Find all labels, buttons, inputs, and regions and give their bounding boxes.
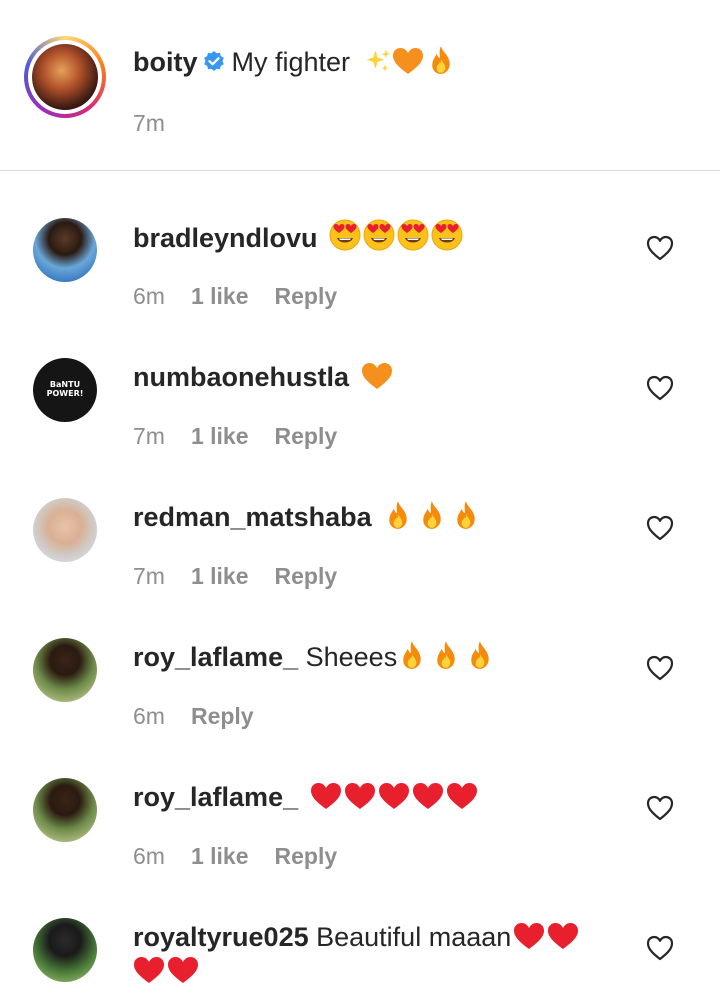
comment-text: Sheees [305,642,398,672]
like-count[interactable]: 1 like [191,283,249,309]
comment-username[interactable]: roy_laflame_ [133,642,298,672]
comment-line: bradleyndlovu [133,219,463,256]
comment-meta: 6m 1 like Reply [133,281,337,311]
like-heart-icon[interactable] [646,515,674,541]
like-heart-icon[interactable] [646,655,674,681]
like-count[interactable]: 1 like [191,563,249,589]
comment-time: 7m [133,563,165,589]
red-heart-icon [378,782,410,810]
sparkles-icon [364,47,392,75]
comment-time: 7m [133,423,165,449]
caption-meta: 7m [133,108,191,138]
caption-username[interactable]: boity [133,47,198,77]
heart-eyes-icon [363,219,395,251]
comment-username[interactable]: bradleyndlovu [133,223,318,253]
caption-time: 7m [133,110,165,136]
comment-line: royaltyrue025 Beautiful maaan [133,919,579,955]
comment-meta: 6m Reply [133,701,254,731]
comment-line-wrap [133,953,199,989]
reply-button[interactable]: Reply [275,283,338,309]
comment-meta: 6m 1 like Reply [133,841,337,871]
like-count[interactable]: 1 like [191,423,249,449]
red-heart-icon [446,782,478,810]
comment-username[interactable]: roy_laflame_ [133,782,298,812]
heart-eyes-icon [431,219,463,251]
fire-icon [419,500,445,530]
comment-username[interactable]: redman_matshaba [133,502,372,532]
caption-line: boity My fighter [133,44,454,80]
avatar[interactable] [33,778,97,842]
like-count[interactable]: 1 like [191,843,249,869]
avatar[interactable] [33,498,97,562]
reply-button[interactable]: Reply [275,843,338,869]
reply-button[interactable]: Reply [275,563,338,589]
comment-meta: 7m 1 like Reply [133,421,337,451]
caption-text: My fighter [231,47,351,77]
reply-button[interactable]: Reply [275,423,338,449]
comment-time: 6m [133,703,165,729]
fire-icon [428,45,454,75]
fire-icon [453,500,479,530]
orange-heart-icon [392,47,424,75]
avatar-text: BaNTU POWER! [46,380,84,398]
like-heart-icon[interactable] [646,935,674,961]
like-heart-icon[interactable] [646,235,674,261]
comment-line: roy_laflame_ Sheees [133,639,493,675]
avatar[interactable] [33,918,97,982]
red-heart-icon [513,922,545,950]
like-heart-icon[interactable] [646,375,674,401]
heart-eyes-icon [397,219,429,251]
avatar[interactable] [33,218,97,282]
heart-eyes-icon [329,219,361,251]
red-heart-icon [133,956,165,984]
comment-username[interactable]: numbaonehustla [133,362,349,392]
comment-time: 6m [133,283,165,309]
comment-line: numbaonehustla [133,359,393,395]
red-heart-icon [167,956,199,984]
avatar[interactable]: BaNTU POWER! [33,358,97,422]
reply-button[interactable]: Reply [191,703,254,729]
verified-badge-icon [203,51,224,71]
red-heart-icon [310,782,342,810]
fire-icon [399,640,425,670]
avatar [32,44,98,110]
like-heart-icon[interactable] [646,795,674,821]
comment-line: roy_laflame_ [133,779,478,815]
comment-text: Beautiful maaan [316,922,512,952]
post-caption: boity My fighter 7m [0,0,720,171]
avatar[interactable] [33,638,97,702]
comment-time: 6m [133,843,165,869]
red-heart-icon [412,782,444,810]
red-heart-icon [344,782,376,810]
story-ring-avatar[interactable] [24,36,106,118]
fire-icon [467,640,493,670]
fire-icon [433,640,459,670]
comment-username[interactable]: royaltyrue025 [133,922,309,952]
comment-meta: 7m 1 like Reply [133,561,337,591]
red-heart-icon [547,922,579,950]
orange-heart-icon [361,362,393,390]
comment-line: redman_matshaba [133,499,479,535]
fire-icon [385,500,411,530]
